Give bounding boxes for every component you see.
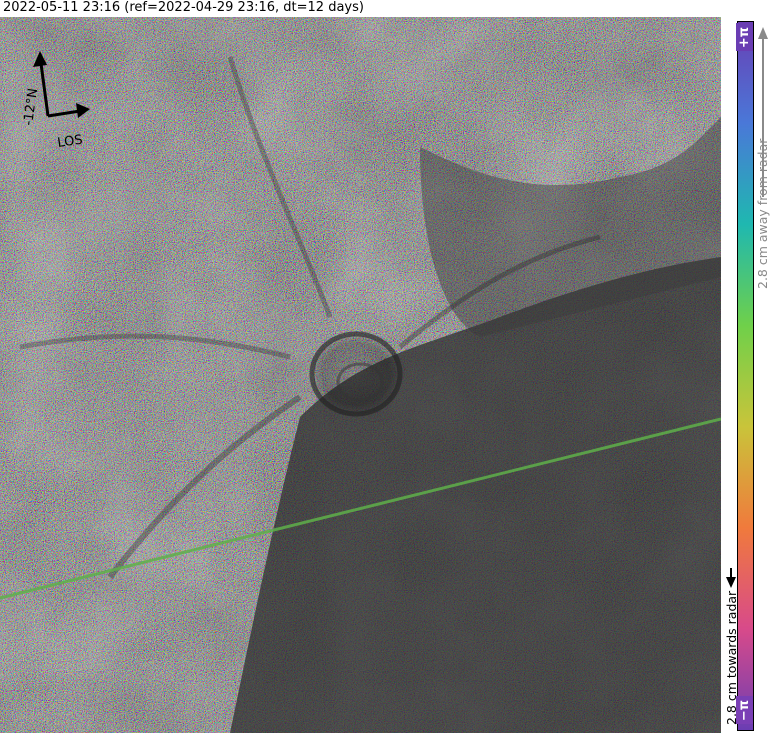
north-los-arrow-icon: -12°N LOS: [21, 51, 90, 151]
interferogram-image: [0, 17, 721, 733]
colorbar-min-label: −π: [737, 699, 752, 721]
colorbar-top-end: +π: [736, 23, 753, 51]
los-label: LOS: [56, 133, 83, 151]
away-from-radar-label: 2.8 cm away from radar: [755, 138, 770, 289]
phase-colorbar: +π −π 2.8 cm away from radar 2.8 cm towa…: [721, 17, 771, 733]
colorbar-max-label: +π: [737, 26, 752, 48]
towards-radar-label: 2.8 cm towards radar: [724, 590, 739, 725]
image-title: 2022-05-11 23:16 (ref=2022-04-29 23:16, …: [3, 0, 364, 15]
colorbar-gradient: [737, 21, 754, 731]
north-label: -12°N: [21, 87, 41, 126]
towards-arrow-icon: [726, 568, 736, 588]
interferogram-map: -12°N LOS: [0, 17, 721, 733]
